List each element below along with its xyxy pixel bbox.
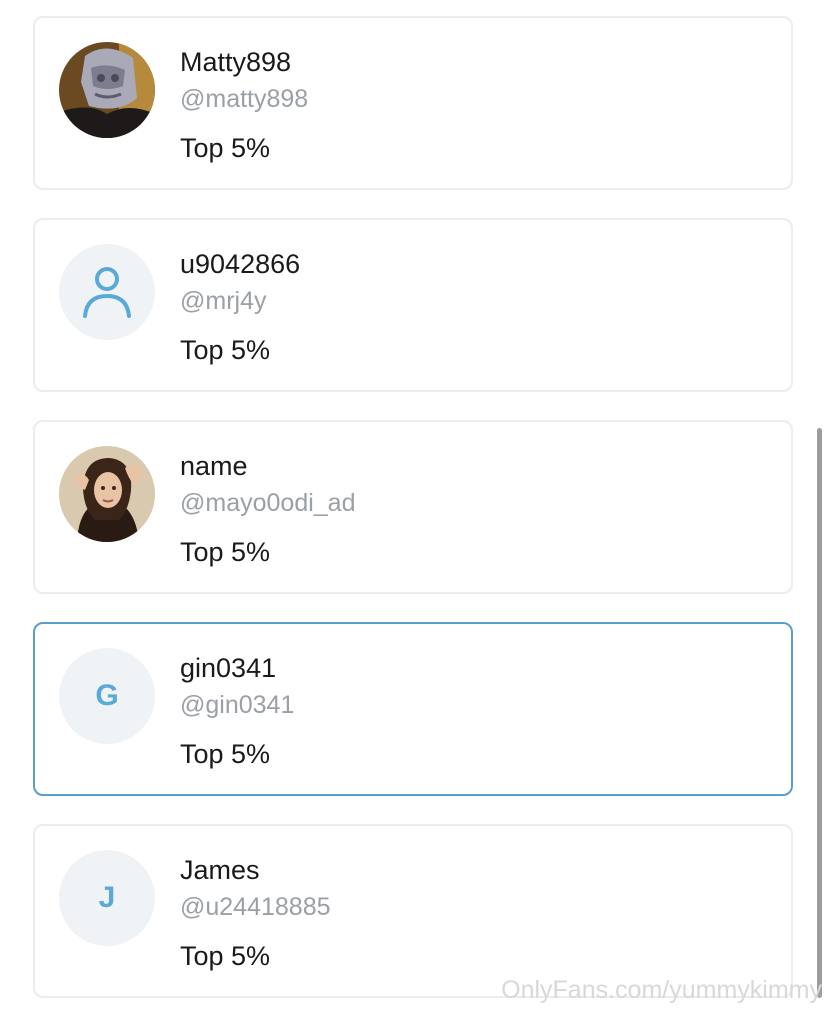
username-handle: @mayo0odi_ad	[180, 489, 356, 517]
avatar[interactable]: G	[59, 648, 155, 744]
avatar[interactable]: J	[59, 850, 155, 946]
avatar[interactable]	[59, 244, 155, 340]
rank-label: Top 5%	[180, 941, 271, 971]
rank-label: Top 5%	[180, 335, 271, 365]
display-name[interactable]: name	[180, 450, 248, 482]
username-handle: @matty898	[180, 85, 309, 113]
scrollbar[interactable]	[817, 428, 822, 998]
rank-label: Top 5%	[180, 133, 271, 163]
helmet-photo-icon	[59, 42, 155, 138]
display-name[interactable]: gin0341	[180, 652, 276, 684]
watermark: OnlyFans.com/yummykimmy	[501, 976, 822, 1004]
rank-label: Top 5%	[180, 739, 271, 769]
avatar[interactable]	[59, 446, 155, 542]
username-handle: @u24418885	[180, 893, 331, 921]
user-list-page: Matty898 @matty898 Top 5% u9042866 @mrj4…	[0, 0, 828, 1011]
user-card-gin0341[interactable]: G gin0341 @gin0341 Top 5%	[33, 622, 793, 796]
avatar[interactable]	[59, 42, 155, 138]
user-card-matty898[interactable]: Matty898 @matty898 Top 5%	[33, 16, 793, 190]
username-handle: @mrj4y	[180, 287, 267, 315]
user-icon	[83, 267, 131, 318]
display-name[interactable]: Matty898	[180, 46, 291, 78]
user-card-name[interactable]: name @mayo0odi_ad Top 5%	[33, 420, 793, 594]
avatar-initial: J	[98, 881, 116, 914]
user-card-james[interactable]: J James @u24418885 Top 5%	[33, 824, 793, 998]
user-card-u9042866[interactable]: u9042866 @mrj4y Top 5%	[33, 218, 793, 392]
portrait-photo-icon	[59, 446, 155, 542]
username-handle: @gin0341	[180, 691, 295, 719]
avatar-initial: G	[95, 679, 119, 712]
display-name[interactable]: James	[180, 854, 260, 886]
rank-label: Top 5%	[180, 537, 271, 567]
display-name[interactable]: u9042866	[180, 248, 300, 280]
